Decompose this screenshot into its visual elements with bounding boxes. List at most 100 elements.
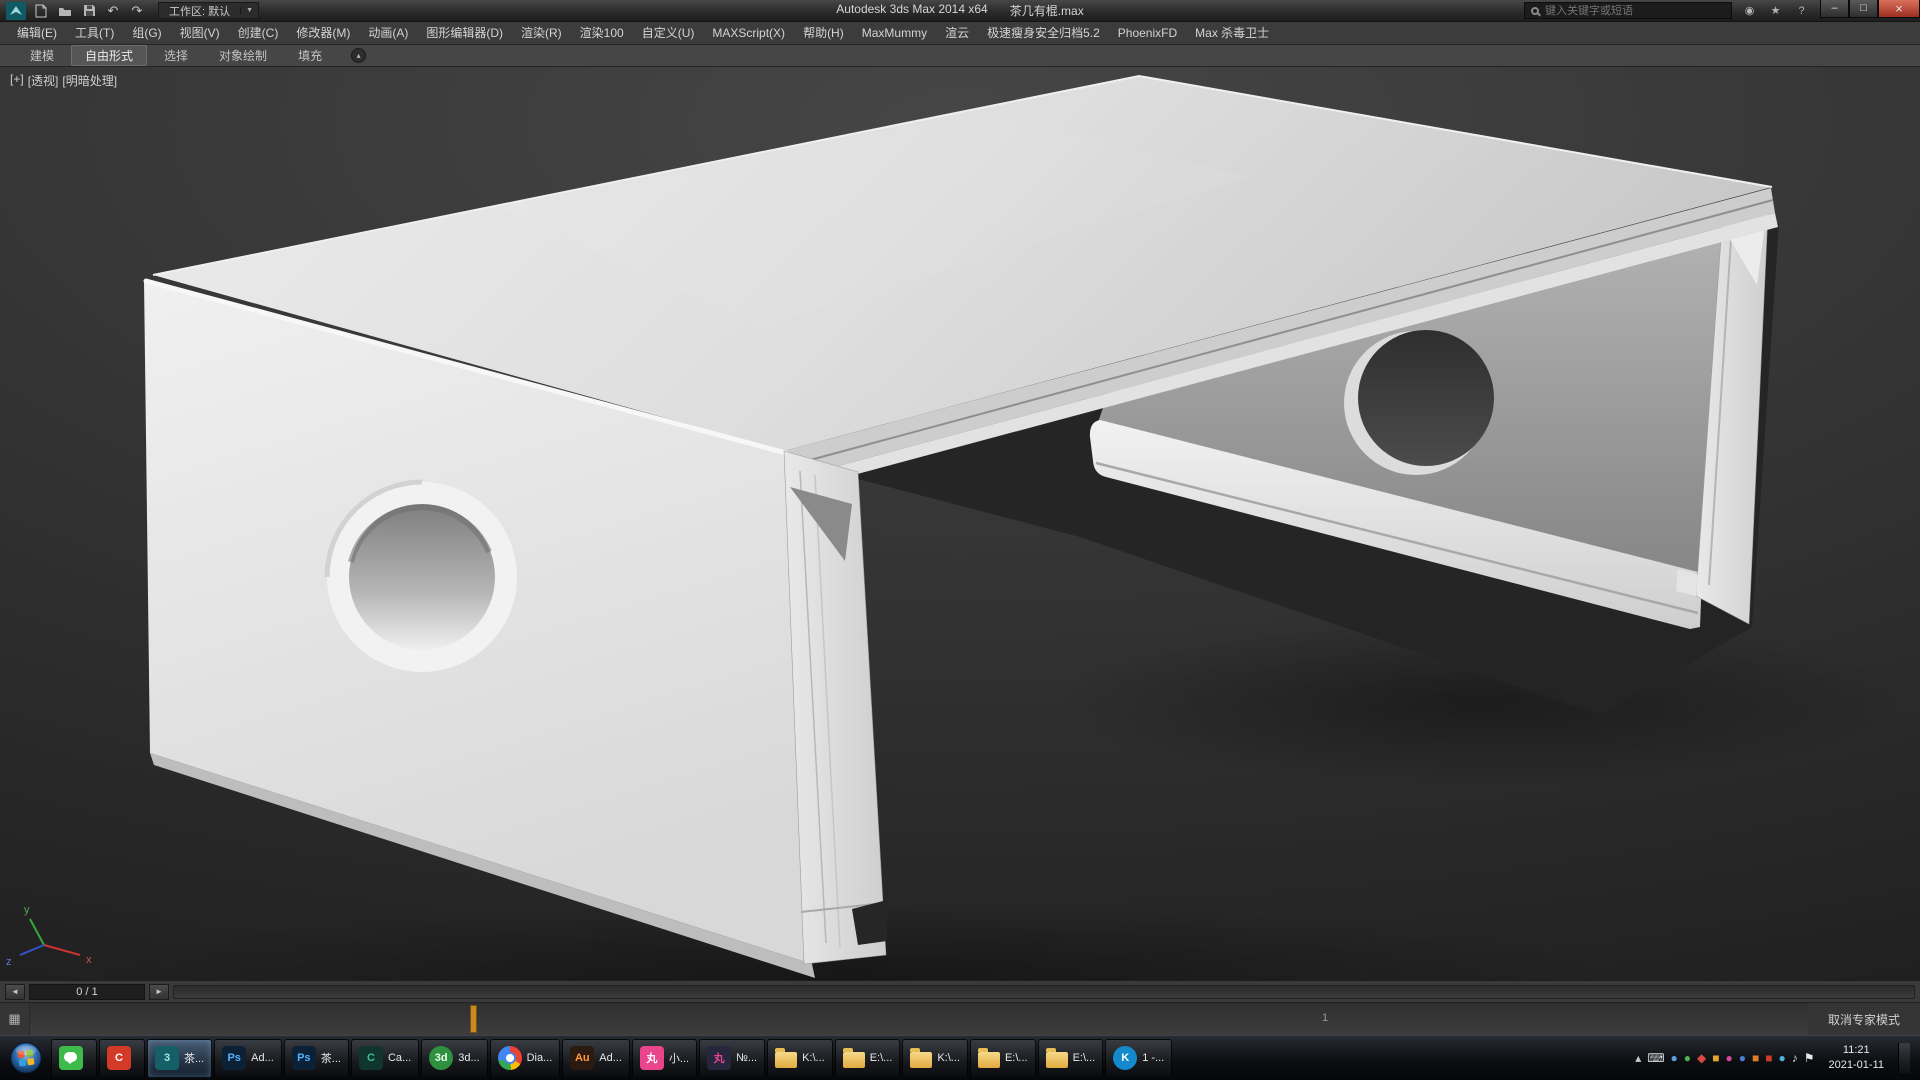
taskbar-button[interactable]: E:\...: [835, 1039, 901, 1078]
track-bar-track[interactable]: 1: [30, 1003, 1808, 1035]
taskbar-button[interactable]: 丸 小...: [632, 1039, 697, 1078]
taskbar-button[interactable]: C Ca...: [351, 1039, 419, 1078]
menu-item[interactable]: 编辑(E): [8, 22, 66, 45]
taskbar-button[interactable]: K:\...: [767, 1039, 833, 1078]
taskbar-button[interactable]: Ps Ad...: [214, 1039, 282, 1078]
menu-item[interactable]: 极速瘦身安全归档5.2: [978, 22, 1109, 45]
chevron-down-icon[interactable]: ▼: [240, 7, 258, 14]
perspective-viewport[interactable]: [+] [透视] [明暗处理]: [0, 67, 1920, 980]
viewport-pov-menu[interactable]: [透视]: [28, 72, 59, 89]
window-title: Autodesk 3ds Max 2014 x64 茶几有棍.max: [836, 2, 1083, 19]
help-icon[interactable]: ?: [1793, 5, 1810, 17]
next-frame-icon[interactable]: ►: [149, 984, 169, 1000]
windows-taskbar: C 3 茶... Ps Ad...: [0, 1035, 1920, 1080]
time-slider-handle[interactable]: [470, 1005, 477, 1033]
ribbon-tab[interactable]: 对象绘制: [205, 45, 281, 66]
show-desktop-button[interactable]: [1898, 1043, 1910, 1073]
taskbar-clock[interactable]: 11:21 2021-01-11: [1821, 1043, 1892, 1073]
tea-table-model[interactable]: [144, 76, 1779, 978]
taskbar-button[interactable]: C: [99, 1039, 145, 1078]
redo-icon[interactable]: ↷: [126, 2, 148, 20]
tray-icon[interactable]: ●: [1779, 1052, 1786, 1064]
menu-item[interactable]: 视图(V): [171, 22, 229, 45]
tray-icon[interactable]: ●: [1739, 1052, 1746, 1064]
menu-item[interactable]: 自定义(U): [633, 22, 704, 45]
max-application-window: ↶ ↷ 工作区: 默认 ▼ Autodesk 3ds Max 2014 x64 …: [0, 0, 1920, 1080]
tray-icon[interactable]: ●: [1684, 1052, 1691, 1064]
tray-icon[interactable]: ■: [1752, 1052, 1759, 1064]
tray-icon[interactable]: ■: [1712, 1052, 1719, 1064]
sign-in-icon[interactable]: ◉: [1741, 4, 1758, 17]
taskbar-button-label: Ad...: [251, 1052, 274, 1064]
ribbon-tab[interactable]: 建模: [16, 45, 68, 66]
infocenter-search[interactable]: [1524, 2, 1732, 19]
tray-icon[interactable]: ⚑: [1804, 1052, 1815, 1064]
max-logo-icon[interactable]: [4, 1, 28, 20]
menu-item[interactable]: 创建(C): [229, 22, 288, 45]
menu-item[interactable]: 工具(T): [66, 22, 123, 45]
taskbar-button[interactable]: [51, 1039, 97, 1078]
tray-icon[interactable]: ●: [1671, 1052, 1678, 1064]
save-file-icon[interactable]: [78, 2, 100, 20]
taskbar-button[interactable]: 3d 3d...: [421, 1039, 487, 1078]
menu-item[interactable]: 渲染100: [571, 22, 633, 45]
minimize-button[interactable]: –: [1820, 0, 1849, 18]
taskbar-button[interactable]: Ps 茶...: [284, 1039, 349, 1078]
viewport-general-menu[interactable]: [+]: [10, 72, 24, 89]
ribbon-tab[interactable]: 选择: [150, 45, 202, 66]
taskbar-button-label: K:\...: [802, 1052, 825, 1064]
menu-item[interactable]: 渲云: [936, 22, 978, 45]
tray-icon[interactable]: ●: [1726, 1052, 1733, 1064]
taskbar-button-label: 茶...: [321, 1050, 341, 1066]
menu-item[interactable]: MAXScript(X): [703, 22, 794, 45]
title-bar: ↶ ↷ 工作区: 默认 ▼ Autodesk 3ds Max 2014 x64 …: [0, 0, 1920, 22]
favorites-star-icon[interactable]: ★: [1767, 4, 1784, 17]
frame-counter: 0 / 1: [29, 984, 145, 1000]
taskbar-button-label: №...: [736, 1052, 757, 1064]
ribbon-tab[interactable]: 填充: [284, 45, 336, 66]
tray-icon[interactable]: ⌨: [1647, 1052, 1664, 1064]
menu-item[interactable]: PhoenixFD: [1109, 22, 1186, 45]
viewport-shading-menu[interactable]: [明暗处理]: [62, 72, 117, 89]
taskbar-button[interactable]: 丸 №...: [699, 1039, 765, 1078]
taskbar-button[interactable]: Au Ad...: [562, 1039, 630, 1078]
new-scene-icon[interactable]: [30, 2, 52, 20]
start-button[interactable]: [2, 1036, 50, 1080]
taskbar-button[interactable]: E:\...: [970, 1039, 1036, 1078]
time-slider-track[interactable]: [173, 985, 1915, 999]
mini-trackview-icon[interactable]: ▦: [0, 1003, 30, 1035]
taskbar-button[interactable]: K 1 -...: [1105, 1039, 1172, 1078]
menu-item[interactable]: 修改器(M): [287, 22, 359, 45]
search-input[interactable]: [1545, 5, 1725, 17]
tray-icon[interactable]: ♪: [1792, 1052, 1798, 1064]
ribbon-collapse-icon[interactable]: ▴: [351, 48, 366, 63]
taskbar-button-label: E:\...: [870, 1052, 893, 1064]
maximize-button[interactable]: □: [1849, 0, 1878, 18]
taskbar-app-icon: [978, 1052, 1000, 1068]
workspace-selector[interactable]: 工作区: 默认 ▼: [158, 2, 259, 19]
taskbar-button[interactable]: 3 茶...: [147, 1039, 212, 1078]
open-file-icon[interactable]: [54, 2, 76, 20]
ribbon-tab[interactable]: 自由形式: [71, 45, 147, 66]
taskbar-app-icon: [843, 1052, 865, 1068]
menu-item[interactable]: MaxMummy: [853, 22, 936, 45]
menu-item[interactable]: 动画(A): [359, 22, 417, 45]
taskbar-button[interactable]: E:\...: [1038, 1039, 1104, 1078]
menu-item[interactable]: 组(G): [123, 22, 170, 45]
menu-item[interactable]: 图形编辑器(D): [417, 22, 512, 45]
tray-icon[interactable]: ▴: [1635, 1052, 1641, 1064]
close-button[interactable]: ×: [1878, 0, 1920, 18]
undo-icon[interactable]: ↶: [102, 2, 124, 20]
taskbar-app-icon: Ps: [292, 1046, 316, 1070]
taskbar-app-icon: Au: [570, 1046, 594, 1070]
menu-item[interactable]: 渲染(R): [512, 22, 571, 45]
tray-icon[interactable]: ◆: [1697, 1052, 1706, 1064]
cancel-expert-mode-button[interactable]: 取消专家模式: [1808, 1003, 1920, 1035]
tray-icon[interactable]: ■: [1765, 1052, 1772, 1064]
previous-frame-icon[interactable]: ◄: [5, 984, 25, 1000]
menu-item[interactable]: 帮助(H): [794, 22, 853, 45]
taskbar-button[interactable]: K:\...: [902, 1039, 968, 1078]
taskbar-button[interactable]: Dia...: [490, 1039, 561, 1078]
menu-item[interactable]: Max 杀毒卫士: [1186, 22, 1278, 45]
taskbar-app-icon: [498, 1046, 522, 1070]
